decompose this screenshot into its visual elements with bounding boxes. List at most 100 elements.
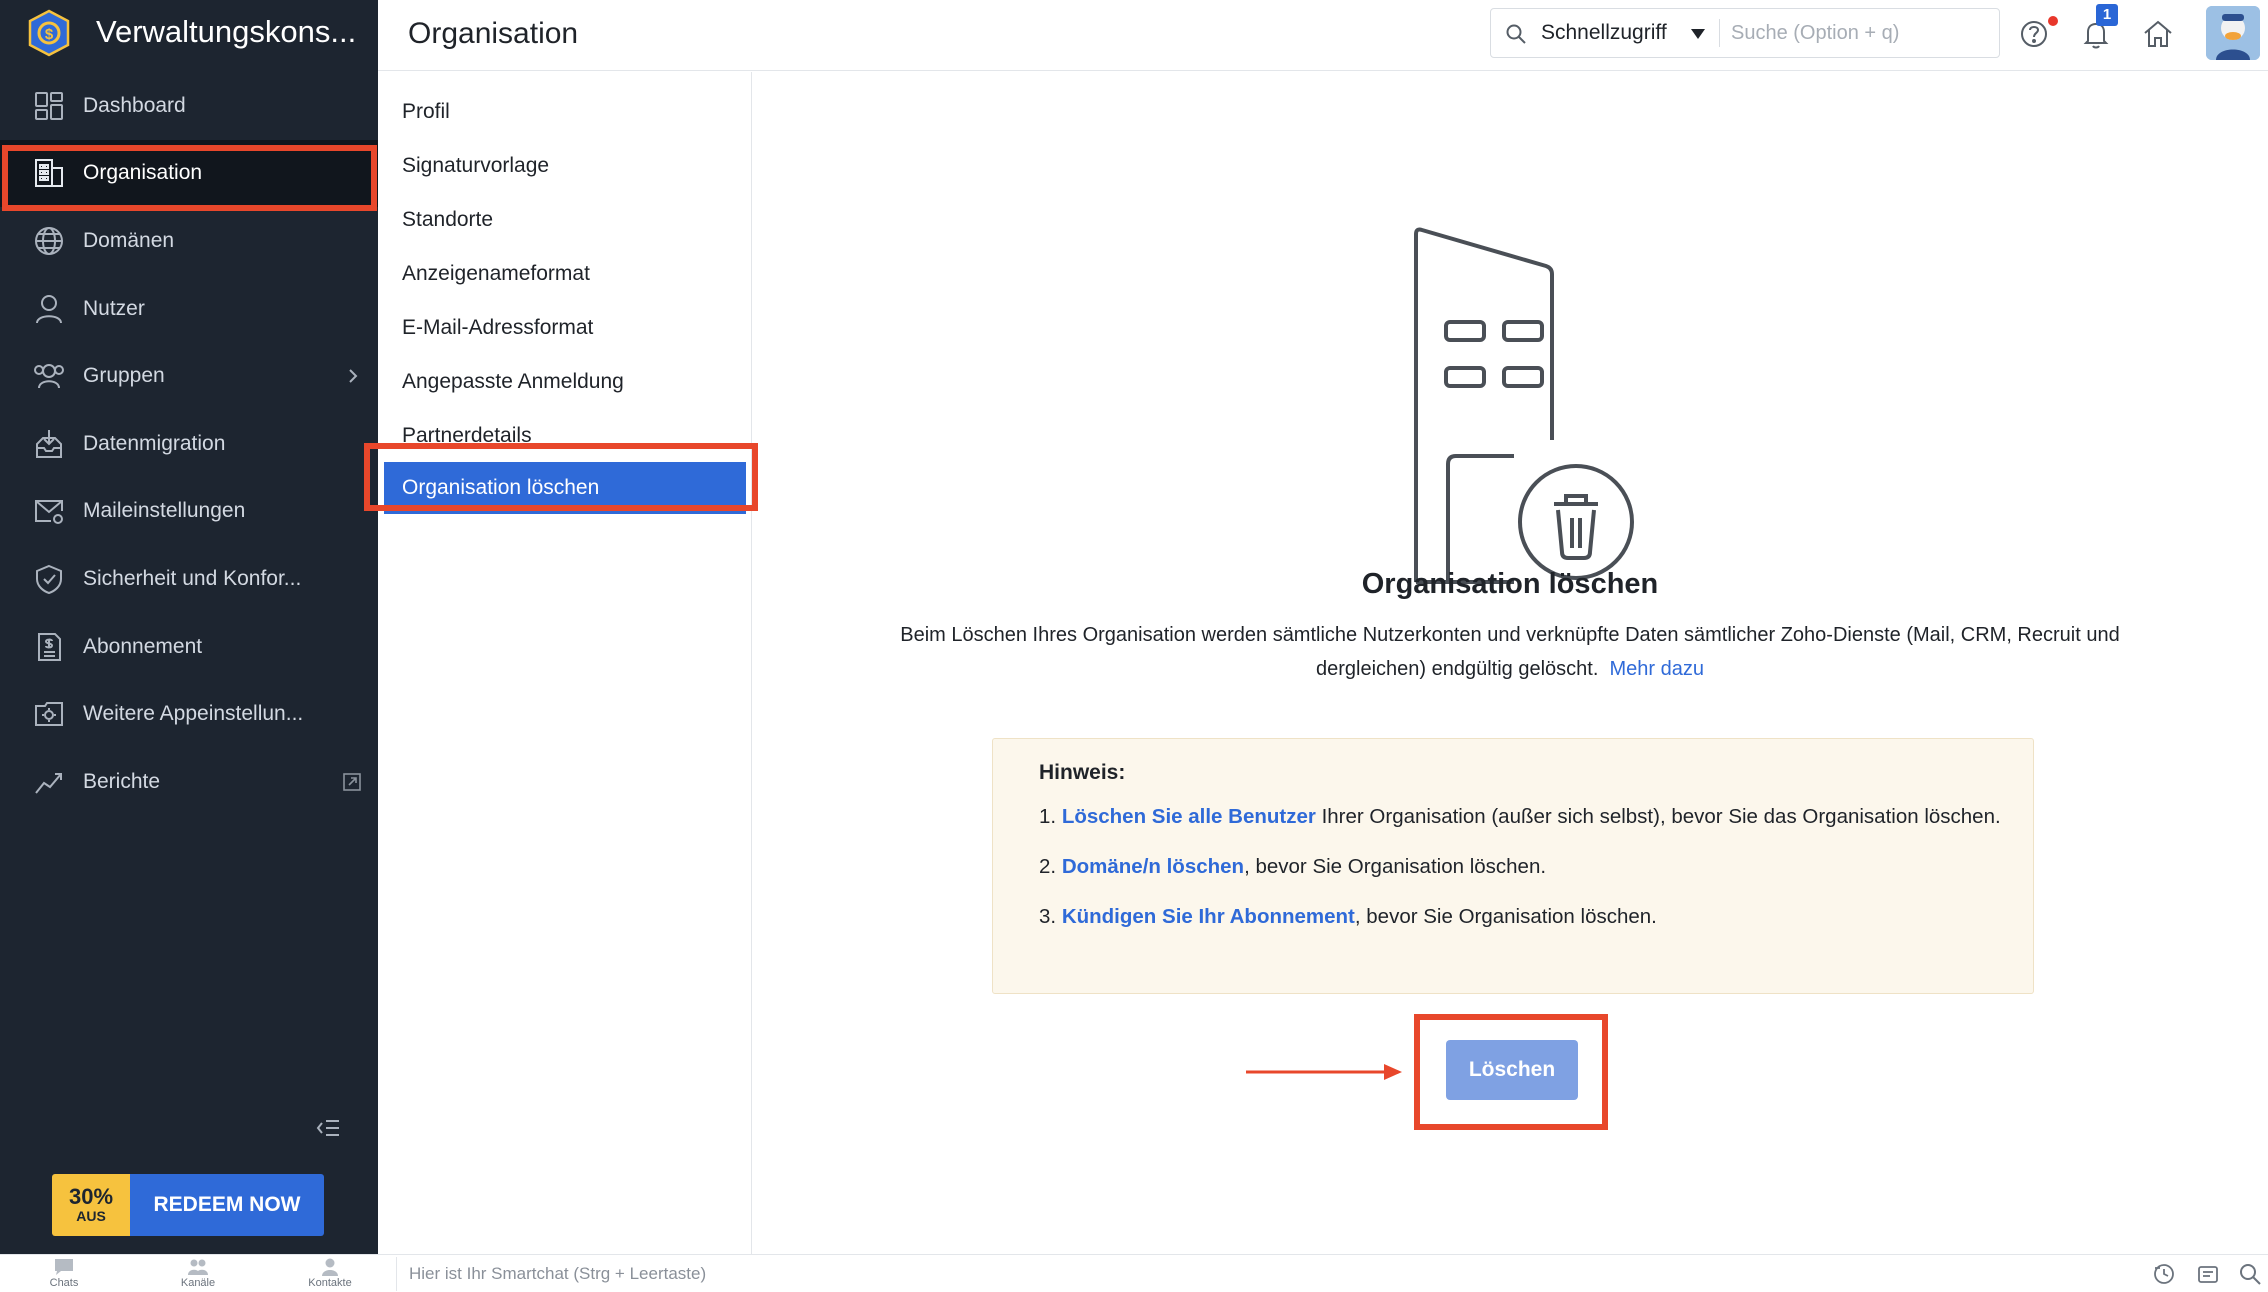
quick-access-dropdown[interactable]: Schnellzugriff bbox=[1541, 21, 1667, 45]
sidebar-item-label: Gruppen bbox=[83, 364, 165, 388]
svg-text:$: $ bbox=[45, 26, 54, 43]
sidebar-item-subscription[interactable]: Abonnement bbox=[0, 613, 378, 681]
tab-label: Kanäle bbox=[180, 1277, 216, 1289]
sidebar-item-label: Dashboard bbox=[83, 93, 186, 117]
description-text: Beim Löschen Ihres Organisation werden s… bbox=[900, 624, 2120, 680]
admin-console-logo-icon: $ bbox=[28, 9, 70, 57]
note-item-3: 3. Kündigen Sie Ihr Abonnement, bevor Si… bbox=[1039, 905, 1987, 929]
sidebar-item-label: Abonnement bbox=[83, 634, 203, 658]
sidebar: $ Verwaltungskons... Dashboard Organisat… bbox=[0, 0, 378, 1254]
subnav-item-signature-template[interactable]: Signaturvorlage bbox=[378, 152, 751, 180]
subnav-item-custom-login[interactable]: Angepasste Anmeldung bbox=[378, 368, 751, 396]
subnav-item-partner-details[interactable]: Partnerdetails bbox=[378, 422, 751, 450]
search-divider bbox=[1719, 19, 1720, 47]
chart-icon bbox=[35, 772, 62, 794]
tab-contacts[interactable]: Kontakte bbox=[290, 1257, 370, 1292]
external-link-icon bbox=[343, 772, 361, 791]
user-icon bbox=[36, 294, 62, 323]
promo-percent: 30% bbox=[68, 1184, 114, 1209]
sidebar-item-label: Berichte bbox=[83, 769, 161, 793]
note-text: Ihrer Organisation (außer sich selbst), … bbox=[1315, 805, 2001, 828]
tab-channels[interactable]: Kanäle bbox=[158, 1257, 238, 1292]
delete-all-users-link[interactable]: Löschen Sie alle Benutzer bbox=[1062, 805, 1316, 828]
home-icon[interactable] bbox=[2142, 18, 2174, 50]
app-title: Verwaltungskons... bbox=[96, 14, 357, 49]
sidebar-item-label: Weitere Appeinstellun... bbox=[83, 702, 304, 726]
sidebar-item-app-settings[interactable]: Weitere Appeinstellun... bbox=[0, 680, 378, 748]
sidebar-item-label: Domänen bbox=[83, 228, 175, 252]
activity-icon[interactable] bbox=[2152, 1262, 2176, 1286]
note-box: Hinweis: 1. Löschen Sie alle Benutzer Ih… bbox=[992, 738, 2034, 994]
delete-button[interactable]: Löschen bbox=[1446, 1040, 1578, 1100]
note-number: 2. bbox=[1039, 855, 1057, 878]
sidebar-item-users[interactable]: Nutzer bbox=[0, 275, 378, 343]
tab-label: Kontakte bbox=[308, 1277, 352, 1289]
note-title: Hinweis: bbox=[1039, 761, 1126, 784]
sidebar-item-mail-settings[interactable]: Maileinstellungen bbox=[0, 478, 378, 546]
note-item-2: 2. Domäne/n löschen, bevor Sie Organisat… bbox=[1039, 855, 1987, 879]
collapse-sidebar-icon[interactable] bbox=[314, 1114, 342, 1142]
sidebar-item-security[interactable]: Sicherheit und Konfor... bbox=[0, 545, 378, 613]
redeem-promo-button[interactable]: 30% AUS REDEEM NOW bbox=[52, 1174, 324, 1236]
sidebar-item-label: Maileinstellungen bbox=[83, 499, 246, 523]
sidebar-item-label: Organisation bbox=[83, 161, 203, 185]
sidebar-item-organisation[interactable]: Organisation bbox=[0, 139, 378, 208]
smartchat-bar bbox=[396, 1257, 2136, 1291]
delete-organisation-title: Organisation löschen bbox=[1361, 568, 1659, 600]
sidebar-item-groups[interactable]: Gruppen bbox=[0, 342, 378, 410]
promo-discount-badge: 30% AUS bbox=[52, 1174, 130, 1236]
user-avatar-icon bbox=[2206, 6, 2260, 60]
learn-more-link[interactable]: Mehr dazu bbox=[1610, 658, 1705, 680]
tab-label: Chats bbox=[49, 1277, 79, 1289]
promo-off: AUS bbox=[76, 1208, 106, 1224]
search-input[interactable] bbox=[1731, 19, 1991, 47]
top-header: Organisation Schnellzugriff 1 bbox=[378, 0, 2268, 71]
sidebar-item-reports[interactable]: Berichte bbox=[0, 748, 378, 816]
globe-icon bbox=[35, 226, 63, 255]
delete-organisation-description: Beim Löschen Ihres Organisation werden s… bbox=[860, 618, 2160, 686]
dashboard-icon bbox=[35, 91, 63, 120]
chat-icon bbox=[55, 1259, 73, 1275]
main-content: Organisation löschen Beim Löschen Ihres … bbox=[752, 72, 2268, 1254]
subnav-item-display-name-format[interactable]: Anzeigenameformat bbox=[378, 260, 751, 288]
promo-cta: REDEEM NOW bbox=[130, 1174, 324, 1236]
brand[interactable]: $ Verwaltungskons... bbox=[0, 0, 378, 66]
sidebar-item-label: Sicherheit und Konfor... bbox=[83, 566, 302, 590]
sidebar-item-label: Nutzer bbox=[83, 296, 145, 320]
search-icon bbox=[1506, 24, 1526, 44]
sidebar-item-label: Datenmigration bbox=[83, 431, 226, 455]
delete-domains-link[interactable]: Domäne/n löschen bbox=[1062, 855, 1244, 878]
app-settings-icon bbox=[35, 702, 63, 727]
invoice-icon bbox=[38, 632, 61, 661]
channels-icon bbox=[188, 1259, 208, 1275]
contacts-card-icon[interactable] bbox=[2196, 1262, 2220, 1286]
sidebar-item-dashboard[interactable]: Dashboard bbox=[0, 72, 378, 140]
mail-settings-icon bbox=[35, 500, 63, 525]
sidebar-item-data-migration[interactable]: Datenmigration bbox=[0, 410, 378, 478]
migration-icon bbox=[36, 429, 62, 458]
chevron-down-icon[interactable] bbox=[1691, 29, 1705, 39]
note-number: 3. bbox=[1039, 905, 1057, 928]
sidebar-item-domains[interactable]: Domänen bbox=[0, 207, 378, 275]
smartchat-input[interactable] bbox=[409, 1264, 2136, 1284]
notification-badge: 1 bbox=[2096, 4, 2118, 26]
note-text: , bevor Sie Organisation löschen. bbox=[1244, 855, 1547, 878]
search-bar: Schnellzugriff bbox=[1490, 8, 2000, 58]
page-title: Organisation bbox=[408, 17, 579, 50]
users-icon bbox=[34, 364, 64, 389]
building-icon bbox=[35, 159, 63, 188]
sidebar-nav: Dashboard Organisation Domänen Nutzer Gr… bbox=[0, 72, 378, 816]
help-icon[interactable] bbox=[2018, 18, 2050, 50]
search-icon[interactable] bbox=[2238, 1262, 2262, 1286]
help-status-dot bbox=[2048, 16, 2058, 26]
subnav-item-locations[interactable]: Standorte bbox=[378, 206, 751, 234]
subnav-item-profile[interactable]: Profil bbox=[378, 98, 751, 126]
note-number: 1. bbox=[1039, 805, 1057, 828]
avatar[interactable] bbox=[2206, 6, 2260, 60]
subnav-item-delete-organisation[interactable]: Organisation löschen bbox=[384, 462, 746, 514]
subnav-item-email-address-format[interactable]: E-Mail-Adressformat bbox=[378, 314, 751, 342]
tab-chats[interactable]: Chats bbox=[24, 1257, 104, 1292]
cancel-subscription-link[interactable]: Kündigen Sie Ihr Abonnement bbox=[1062, 905, 1355, 928]
bottom-bar: Chats Kanäle Kontakte bbox=[0, 1254, 2268, 1292]
pointer-arrow-icon bbox=[1246, 1064, 1402, 1080]
